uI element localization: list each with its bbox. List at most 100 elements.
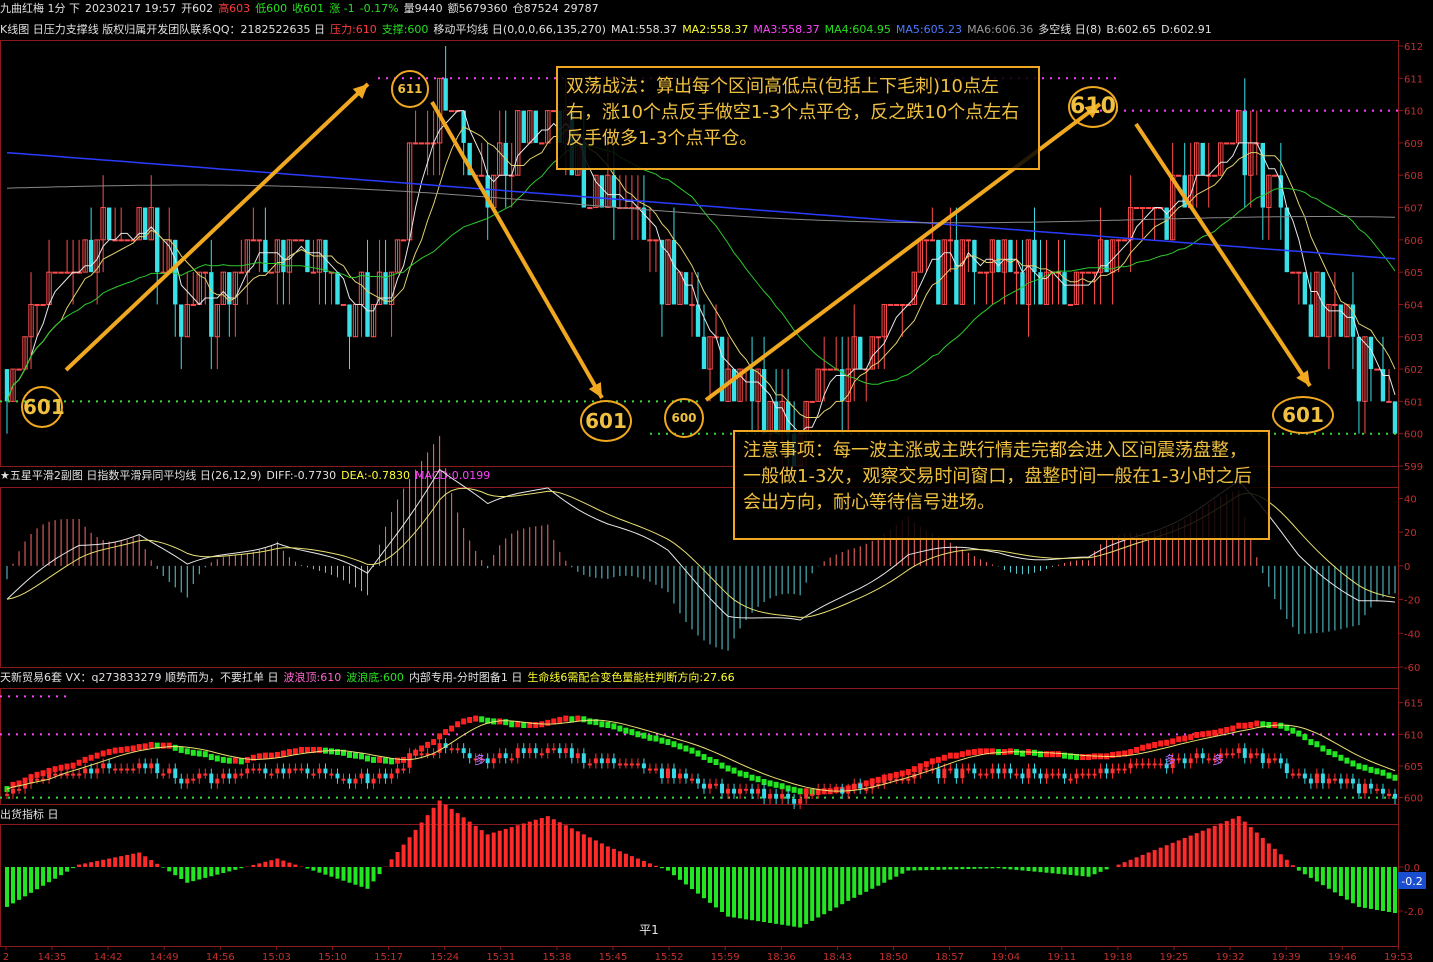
trade-candle-51 (311, 773, 316, 776)
trade-candle-121 (732, 788, 737, 794)
trade-candle-100 (605, 758, 610, 764)
trade-candle-172 (1038, 773, 1043, 779)
trend-block-224 (1350, 760, 1356, 767)
trade-candle-192 (1158, 763, 1163, 766)
trend-block-90 (545, 719, 551, 726)
trade-candle-230 (1386, 793, 1391, 796)
trend-block-122 (737, 770, 743, 777)
price-candle-165 (996, 239, 1001, 273)
price-candle-167 (1008, 239, 1013, 273)
trend-block-55 (334, 749, 340, 756)
trend-block-204 (1230, 725, 1236, 732)
trade-candle-187 (1128, 763, 1133, 769)
marker-low-601-b: 601 (580, 400, 632, 442)
price-candle-5 (34, 303, 40, 306)
trend-block-212 (1278, 722, 1284, 729)
trade-candle-57 (347, 778, 352, 784)
trade-candle-19 (119, 768, 124, 771)
trade-candle-66 (401, 768, 406, 771)
price-candle-160 (965, 239, 972, 242)
trade-candle-166 (1002, 768, 1007, 774)
trade-candle-33 (203, 773, 208, 776)
trade-candle-198 (1194, 753, 1199, 759)
trade-candle-122 (738, 788, 743, 794)
trend-block-188 (1134, 746, 1140, 753)
trade-candle-124 (750, 788, 755, 794)
trade-candle-160 (966, 768, 971, 771)
trade-candle-118 (714, 783, 719, 786)
price-candle-228 (1374, 368, 1380, 371)
macd-tick-label-4: -40 (1404, 629, 1420, 640)
price-candle-201 (1212, 174, 1218, 177)
trend-block-127 (767, 780, 773, 787)
trend-block-180 (1086, 754, 1092, 761)
trend-block-158 (953, 752, 959, 759)
trade-candle-98 (593, 758, 598, 764)
price-candle-107 (647, 239, 653, 242)
price-candle-41 (250, 239, 257, 242)
trade-candle-63 (383, 773, 388, 779)
trade-candle-221 (1332, 778, 1337, 781)
trade-candle-86 (521, 748, 526, 754)
trade-candle-12 (77, 773, 82, 776)
price-candle-34 (209, 272, 214, 337)
trade-candle-39 (239, 773, 244, 776)
trade-candle-208 (1254, 753, 1259, 756)
trend-block-174 (1050, 751, 1056, 758)
x-tick-label-6: 15:10 (318, 952, 347, 962)
trade-candle-42 (257, 768, 262, 771)
trade-candle-217 (1308, 778, 1313, 784)
marker-low-601-a: 601 (21, 386, 65, 428)
price-candle-39 (238, 271, 245, 274)
trade-candle-209 (1260, 753, 1265, 763)
x-tick-label-14: 18:36 (767, 952, 796, 962)
trend-block-193 (1164, 739, 1170, 746)
trade-candle-62 (377, 773, 382, 779)
trade-candle-175 (1056, 773, 1061, 776)
trade-candle-171 (1032, 768, 1037, 774)
trade-candle-89 (539, 753, 544, 756)
trend-block-23 (142, 743, 148, 750)
trade-candle-128 (774, 793, 779, 799)
trend-block-79 (479, 716, 485, 723)
trend-block-100 (605, 721, 611, 728)
trend-block-36 (220, 756, 226, 763)
price-tick-label-8: 604 (1404, 300, 1423, 311)
price-candle-188 (1133, 207, 1140, 210)
out-value-text: -0.2 (1401, 875, 1422, 888)
trade-candle-0 (5, 793, 10, 796)
trade-candle-32 (197, 773, 202, 779)
trade-candle-123 (744, 788, 749, 791)
trade-candle-188 (1134, 763, 1139, 766)
trend-block-219 (1320, 745, 1326, 752)
price-candle-108 (653, 239, 659, 242)
trend-block-125 (755, 776, 761, 783)
x-tick-label-7: 15:17 (374, 952, 403, 962)
trade-candle-219 (1320, 773, 1325, 784)
trade-candle-55 (335, 773, 340, 779)
notice-annotation: 注意事项：每一波主涨或主跌行情走完都会进入区间震荡盘整，一般做1-3次，观察交易… (733, 430, 1270, 540)
trend-block-191 (1152, 741, 1158, 748)
trend-block-97 (587, 718, 593, 725)
price-candle-25 (155, 207, 160, 273)
trade-candle-58 (353, 778, 358, 784)
trade-candle-88 (533, 748, 538, 754)
price-candle-14 (88, 239, 94, 273)
price-candle-56 (340, 303, 347, 306)
price-candle-158 (954, 239, 959, 305)
trade-candle-27 (167, 768, 172, 774)
trend-block-40 (244, 756, 250, 763)
trade-candle-7 (47, 773, 52, 779)
price-candle-68 (412, 142, 419, 145)
trade-candle-143 (864, 788, 869, 791)
flat-label: 平1 (639, 923, 659, 937)
trade-candle-207 (1248, 753, 1253, 759)
price-tick-label-10: 602 (1404, 365, 1423, 376)
price-candle-215 (1296, 271, 1302, 274)
price-candle-179 (1079, 271, 1086, 274)
trade-candle-152 (918, 768, 923, 774)
price-candle-217 (1308, 304, 1314, 337)
trade-signal-label-0: 多 (474, 753, 486, 767)
price-candle-79 (478, 174, 485, 177)
trade-candle-81 (491, 758, 496, 764)
